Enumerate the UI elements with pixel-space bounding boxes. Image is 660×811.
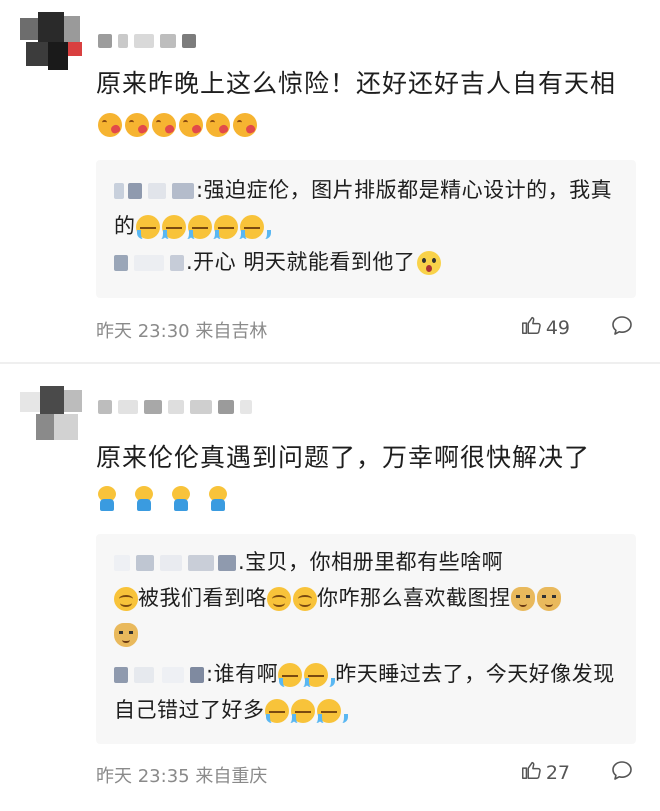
kiss-face-icon: [179, 113, 203, 137]
comment-card: 原来伦伦真遇到问题了，万幸啊很快解决了 .宝贝，你相册里都有些啥啊 被我们看到咯…: [0, 372, 660, 811]
smiling-face-icon: [267, 587, 291, 611]
like-button[interactable]: 27: [520, 759, 570, 786]
reply-text: :谁有啊: [206, 662, 279, 686]
reply-item[interactable]: .开心 明天就能看到他了: [114, 244, 620, 280]
crying-face-icon: [135, 215, 167, 239]
doge-icon: [510, 587, 535, 611]
reply-text: .开心 明天就能看到他了: [186, 250, 416, 274]
kiss-face-icon: [206, 113, 230, 137]
doge-icon: [114, 623, 138, 647]
timestamp-location: 昨天 23:35 来自重庆: [96, 766, 268, 787]
comment-text: 原来昨晚上这么惊险！还好还好吉人自有天相: [96, 64, 641, 144]
crying-face-icon: [239, 215, 271, 239]
cheering-blob-icon: [133, 486, 155, 512]
comment-reply-icon[interactable]: [610, 314, 634, 342]
comment-body: 原来昨晚上这么惊险！还好还好吉人自有天相: [96, 69, 617, 98]
crying-face-icon: [290, 699, 322, 723]
cheering-blob-icon: [207, 486, 229, 512]
thumbs-up-icon: [520, 314, 542, 341]
kiss-face-icon: [233, 113, 257, 137]
reply-item[interactable]: :谁有啊 昨天睡过去了，今天好像发现自己错过了好多: [114, 656, 620, 728]
reply-box[interactable]: :强迫症伦，图片排版都是精心设计的，我真的 .开心 明天就能看到他了: [96, 160, 636, 298]
username-blurred[interactable]: [98, 396, 252, 418]
cheering-blob-icon: [170, 486, 192, 512]
crying-face-icon: [187, 215, 219, 239]
thumbs-up-icon: [520, 759, 542, 786]
avatar[interactable]: [20, 382, 82, 444]
comment-reply-icon[interactable]: [610, 759, 634, 787]
crying-face-icon: [213, 215, 245, 239]
like-count: 27: [545, 761, 570, 784]
crying-face-icon: [304, 663, 336, 687]
comment-card: 原来昨晚上这么惊险！还好还好吉人自有天相 :强迫症伦，图片排版都是精心设计的，我…: [0, 0, 660, 360]
comment-meta: 昨天 23:30 来自吉林: [96, 317, 267, 343]
reply-text: 被我们看到咯: [138, 586, 267, 610]
avatar[interactable]: [20, 12, 82, 74]
like-count: 49: [545, 316, 570, 339]
username-blurred[interactable]: [98, 30, 196, 52]
timestamp-location: 昨天 23:30 来自吉林: [96, 321, 268, 342]
crying-face-icon: [278, 663, 310, 687]
cheering-blob-icon: [96, 486, 118, 512]
reply-item[interactable]: :强迫症伦，图片排版都是精心设计的，我真的: [114, 172, 620, 244]
shocked-face-icon: [417, 251, 442, 275]
smiling-face-icon: [114, 587, 138, 611]
comment-meta: 昨天 23:35 来自重庆: [96, 762, 267, 788]
comment-body: 原来伦伦真遇到问题了，万幸啊很快解决了: [96, 443, 591, 472]
reply-username-blurred[interactable]: [114, 555, 236, 571]
reply-box[interactable]: .宝贝，你相册里都有些啥啊 被我们看到咯 你咋那么喜欢截图捏 :谁有啊 昨天睡过去…: [96, 534, 636, 744]
reply-username-blurred[interactable]: [114, 667, 204, 683]
doge-icon: [536, 587, 561, 611]
crying-face-icon: [316, 699, 348, 723]
crying-face-icon: [161, 215, 193, 239]
comment-divider: [0, 362, 660, 364]
reply-username-blurred[interactable]: [114, 183, 194, 199]
smiling-face-icon: [293, 587, 317, 611]
reply-text: 你咋那么喜欢截图捏: [317, 586, 511, 610]
kiss-face-icon: [98, 113, 122, 137]
reply-username-blurred[interactable]: [114, 255, 184, 271]
kiss-face-icon: [152, 113, 176, 137]
like-button[interactable]: 49: [520, 314, 570, 341]
kiss-face-icon: [125, 113, 149, 137]
crying-face-icon: [264, 699, 296, 723]
comment-text: 原来伦伦真遇到问题了，万幸啊很快解决了: [96, 438, 641, 518]
reply-item[interactable]: .宝贝，你相册里都有些啥啊 被我们看到咯 你咋那么喜欢截图捏: [114, 544, 620, 652]
reply-text: .宝贝，你相册里都有些啥啊: [238, 550, 504, 574]
